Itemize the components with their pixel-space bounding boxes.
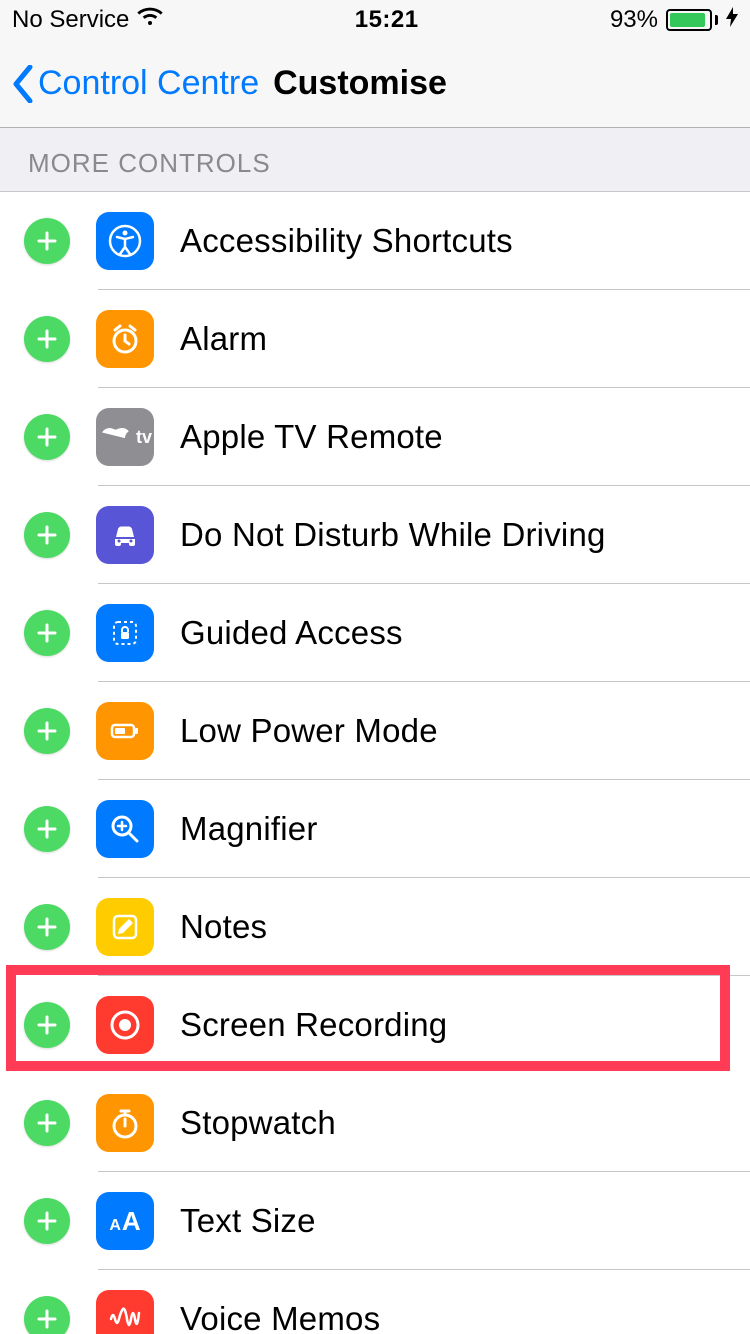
control-label: Text Size xyxy=(180,1202,316,1240)
accessibility-icon xyxy=(96,212,154,270)
plus-icon xyxy=(36,230,58,252)
magnifier-icon xyxy=(96,800,154,858)
status-left: No Service xyxy=(12,6,163,34)
back-label: Control Centre xyxy=(38,64,259,103)
control-label: Do Not Disturb While Driving xyxy=(180,516,606,554)
alarm-icon xyxy=(96,310,154,368)
plus-icon xyxy=(36,1112,58,1134)
control-row[interactable]: Screen Recording xyxy=(0,976,750,1074)
voice-memos-icon xyxy=(96,1290,154,1334)
battery-icon xyxy=(666,9,718,31)
control-row[interactable]: Alarm xyxy=(0,290,750,388)
control-label: Voice Memos xyxy=(180,1300,380,1334)
control-label: Stopwatch xyxy=(180,1104,336,1142)
controls-list: Accessibility Shortcuts Alarm tv Apple TV R… xyxy=(0,192,750,1334)
add-button[interactable] xyxy=(24,806,70,852)
add-button[interactable] xyxy=(24,1198,70,1244)
control-row[interactable]: tv Apple TV Remote xyxy=(0,388,750,486)
add-button[interactable] xyxy=(24,512,70,558)
status-bar: No Service 15:21 93% xyxy=(0,0,750,40)
car-icon xyxy=(96,506,154,564)
charging-icon xyxy=(726,7,738,33)
plus-icon xyxy=(36,524,58,546)
status-time: 15:21 xyxy=(355,6,419,34)
add-button[interactable] xyxy=(24,904,70,950)
status-right: 93% xyxy=(610,6,738,34)
control-row[interactable]: Accessibility Shortcuts xyxy=(0,192,750,290)
add-button[interactable] xyxy=(24,1002,70,1048)
back-button[interactable]: Control Centre xyxy=(12,64,259,103)
control-row[interactable]: Do Not Disturb While Driving xyxy=(0,486,750,584)
control-row[interactable]: Low Power Mode xyxy=(0,682,750,780)
low-power-icon xyxy=(96,702,154,760)
control-row[interactable]: Stopwatch xyxy=(0,1074,750,1172)
control-label: Notes xyxy=(180,908,267,946)
notes-icon xyxy=(96,898,154,956)
plus-icon xyxy=(36,328,58,350)
control-label: Screen Recording xyxy=(180,1006,447,1044)
plus-icon xyxy=(36,1308,58,1330)
apple-tv-icon: tv xyxy=(96,408,154,466)
control-row[interactable]: Guided Access xyxy=(0,584,750,682)
control-row[interactable]: Notes xyxy=(0,878,750,976)
plus-icon xyxy=(36,426,58,448)
guided-access-icon xyxy=(96,604,154,662)
control-label: Guided Access xyxy=(180,614,403,652)
add-button[interactable] xyxy=(24,610,70,656)
control-row[interactable]: Magnifier xyxy=(0,780,750,878)
screen-record-icon xyxy=(96,996,154,1054)
nav-bar: Control Centre Customise xyxy=(0,40,750,128)
text-size-icon: AA xyxy=(96,1192,154,1250)
section-header: MORE CONTROLS xyxy=(0,128,750,192)
stopwatch-icon xyxy=(96,1094,154,1152)
control-label: Magnifier xyxy=(180,810,318,848)
plus-icon xyxy=(36,818,58,840)
carrier-text: No Service xyxy=(12,6,129,34)
control-row[interactable]: AA Text Size xyxy=(0,1172,750,1270)
plus-icon xyxy=(36,1210,58,1232)
add-button[interactable] xyxy=(24,218,70,264)
control-label: Low Power Mode xyxy=(180,712,438,750)
control-label: Apple TV Remote xyxy=(180,418,443,456)
plus-icon xyxy=(36,1014,58,1036)
control-label: Alarm xyxy=(180,320,267,358)
add-button[interactable] xyxy=(24,1100,70,1146)
add-button[interactable] xyxy=(24,414,70,460)
chevron-left-icon xyxy=(12,65,34,103)
control-row[interactable]: Voice Memos xyxy=(0,1270,750,1334)
page-title: Customise xyxy=(273,64,447,103)
add-button[interactable] xyxy=(24,708,70,754)
plus-icon xyxy=(36,622,58,644)
add-button[interactable] xyxy=(24,1296,70,1334)
wifi-icon xyxy=(137,6,163,34)
control-label: Accessibility Shortcuts xyxy=(180,222,513,260)
plus-icon xyxy=(36,916,58,938)
battery-percent-text: 93% xyxy=(610,6,658,34)
add-button[interactable] xyxy=(24,316,70,362)
plus-icon xyxy=(36,720,58,742)
